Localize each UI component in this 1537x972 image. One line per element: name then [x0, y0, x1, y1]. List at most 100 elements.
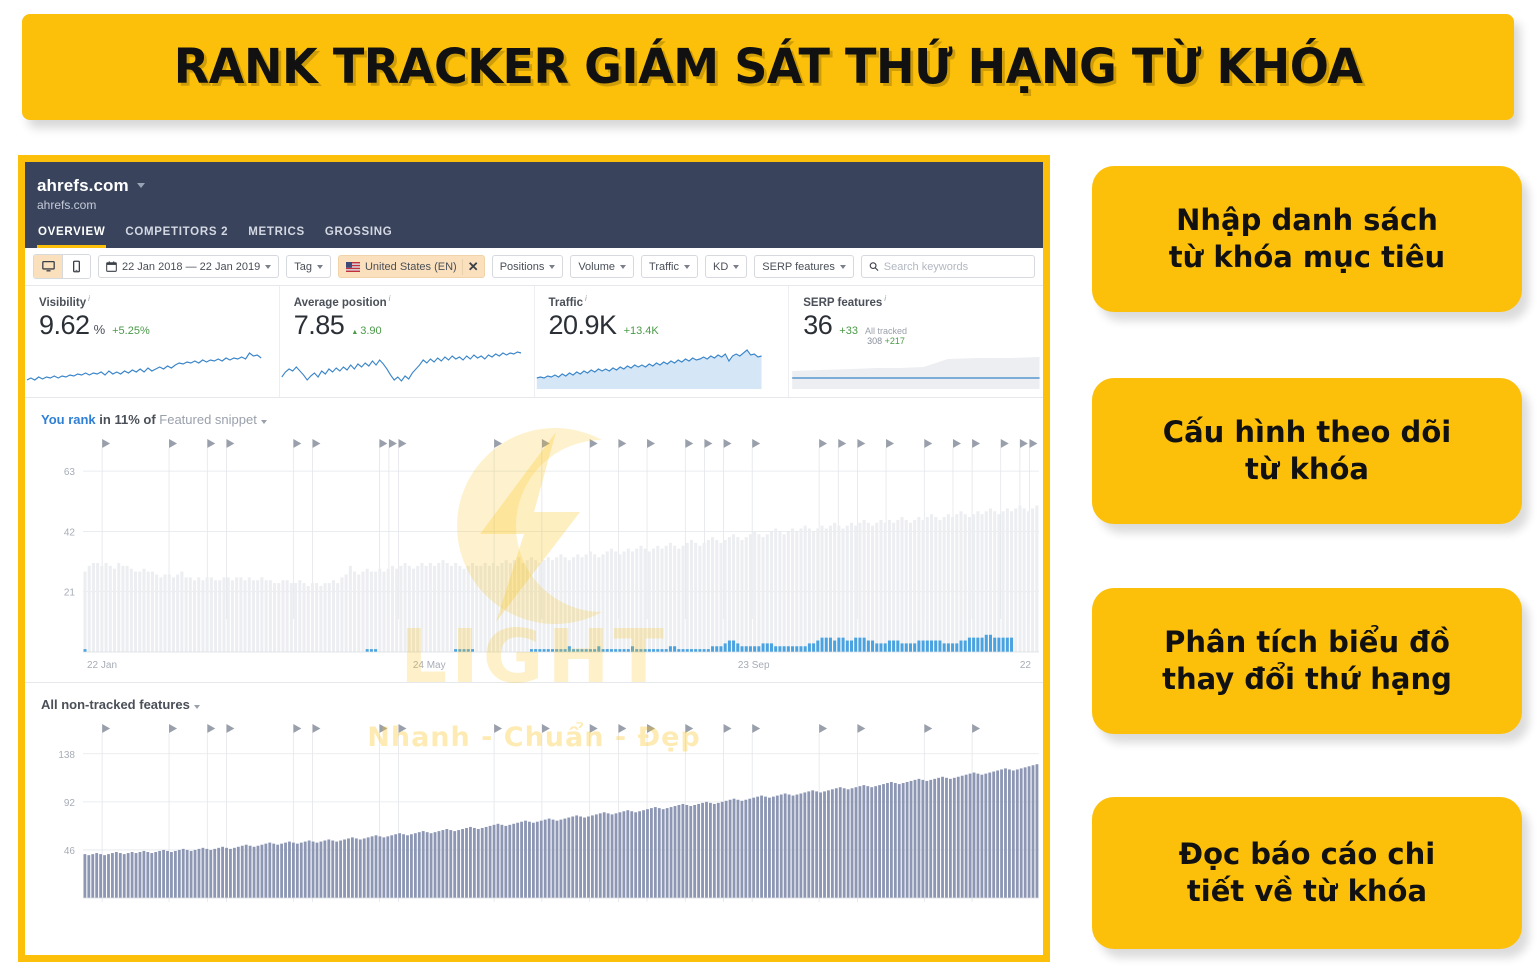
page-root: RANK TRACKER GIÁM SÁT THỨ HẠNG TỪ KHÓA a… [0, 0, 1537, 972]
info-icon[interactable]: i [88, 294, 90, 303]
search-input[interactable] [883, 260, 1027, 273]
callout-line-1: Phân tích biểu đồ [1164, 624, 1450, 659]
us-flag-icon [345, 261, 360, 272]
metric-label: Average position i [294, 294, 534, 309]
svg-text:21: 21 [64, 588, 76, 599]
tab-competitors[interactable]: COMPETITORS 2 [124, 226, 229, 248]
you-rank-link[interactable]: You rank [41, 412, 96, 427]
sparkline-serp-features [789, 347, 1043, 391]
metric-label-text: Average position [293, 296, 387, 309]
chevron-down-icon [265, 264, 272, 269]
metric-all-tracked: All tracked 308 +217 [865, 326, 907, 347]
callout-line-2: thay đổi thứ hạng [1162, 662, 1452, 696]
metric-delta: +33 [839, 324, 858, 337]
callout-line-2: từ khóa [1244, 452, 1369, 486]
chevron-down-icon [549, 264, 556, 269]
country-filter[interactable]: United States (EN) ✕ [337, 255, 485, 278]
callout-text: Đọc báo cáo chi tiết về từ khóa [1179, 836, 1435, 910]
sparkline-visibility [25, 347, 279, 391]
tab-overview[interactable]: OVERVIEW [37, 226, 107, 248]
filter-traffic[interactable]: Traffic [641, 255, 698, 278]
metric-value: 36 [803, 309, 833, 340]
metric-unit: % [93, 321, 106, 337]
svg-text:46: 46 [64, 846, 76, 857]
chevron-down-icon [839, 264, 846, 269]
site-selector[interactable]: ahrefs.com [25, 172, 1043, 196]
svg-text:63: 63 [64, 467, 76, 478]
metric-value: 20.9K [548, 309, 618, 340]
chevron-down-icon[interactable] [193, 705, 200, 709]
calendar-icon [106, 261, 117, 272]
metric-delta: +5.25% [112, 324, 150, 337]
filter-label: Traffic [649, 260, 679, 273]
callout-line-1: Nhập danh sách [1176, 202, 1438, 237]
metric-card-average-position: Average positioni 7.85 3.90 [280, 286, 535, 397]
feature-selector-label[interactable]: Featured snippet [159, 412, 257, 427]
nontracked-title[interactable]: All non-tracked features [41, 697, 190, 712]
search-icon [869, 262, 879, 272]
callout-tail [1056, 217, 1100, 261]
metric-label-text: Visibility [39, 296, 87, 309]
all-tracked-delta: +217 [884, 336, 905, 347]
all-tracked-total: 308 [867, 336, 883, 347]
date-range-picker[interactable]: 22 Jan 2018 — 22 Jan 2019 [98, 255, 280, 278]
tab-metrics[interactable]: METRICS [247, 226, 306, 248]
metric-card-serp-features: SERP features i 36 +33 All tracked 308 +2… [789, 286, 1043, 397]
svg-text:22 Jan: 22 Jan [87, 660, 117, 671]
callout-enter-keywords: Nhập danh sách từ khóa mục tiêu [1056, 166, 1522, 312]
metric-card-visibility: Visibility i 9.62 % +5.25% [25, 286, 280, 397]
metric-value: 7.85 [293, 309, 345, 340]
sparkline-traffic [535, 347, 789, 391]
metric-value: 9.62 [39, 309, 90, 340]
nontracked-chart[interactable]: 46 92 138 [25, 722, 1043, 902]
filter-label: Positions [499, 260, 545, 273]
callout-line-2: tiết về từ khóa [1186, 874, 1428, 908]
tag-filter[interactable]: Tag [286, 255, 331, 278]
info-icon[interactable]: i [585, 294, 587, 303]
callout-text: Cấu hình theo dõi từ khóa [1163, 414, 1451, 488]
metric-label: SERP features i [803, 294, 1043, 309]
sparkline-average-position [280, 347, 534, 391]
app-screenshot-frame: ahrefs.com ahrefs.com OVERVIEW COMPETITO… [18, 155, 1050, 962]
filter-volume[interactable]: Volume [570, 255, 635, 278]
rank-chart[interactable]: 21 42 63 22 Jan 24 May 23 Sep 22 [25, 437, 1043, 682]
info-icon[interactable]: i [884, 294, 886, 303]
filter-kd[interactable]: KD [704, 255, 748, 278]
app-header: ahrefs.com ahrefs.com OVERVIEW COMPETITO… [25, 162, 1043, 248]
site-name: ahrefs.com [37, 176, 129, 195]
callout-analyze-chart: Phân tích biểu đồ thay đổi thứ hạng [1056, 588, 1522, 734]
close-icon[interactable]: ✕ [461, 258, 484, 275]
callout-line-1: Cấu hình theo dõi [1162, 414, 1452, 449]
callout-tail [1056, 851, 1100, 895]
search-keywords-box[interactable] [860, 255, 1035, 278]
filter-serp-features[interactable]: SERP features [754, 255, 854, 278]
mobile-icon[interactable] [62, 255, 90, 278]
metric-label: Visibility i [39, 294, 279, 309]
metric-delta: +13.4K [623, 324, 659, 337]
device-toggle [33, 254, 91, 279]
svg-text:24 May: 24 May [413, 660, 446, 671]
chevron-down-icon [683, 264, 690, 269]
metric-label-text: SERP features [803, 296, 883, 309]
callout-text: Phân tích biểu đồ thay đổi thứ hạng [1162, 624, 1452, 698]
filter-positions[interactable]: Positions [491, 255, 564, 278]
chevron-down-icon [620, 264, 627, 269]
callout-tail [1056, 429, 1100, 473]
svg-text:92: 92 [64, 798, 76, 809]
chevron-down-icon[interactable] [260, 420, 267, 424]
callout-line-1: Đọc báo cáo chi [1178, 836, 1436, 871]
svg-text:138: 138 [58, 750, 75, 761]
info-icon[interactable]: i [389, 294, 391, 303]
metric-label: Traffic i [549, 294, 789, 309]
country-label: United States (EN) [364, 260, 457, 273]
callout-text: Nhập danh sách từ khóa mục tiêu [1169, 202, 1445, 276]
metric-cards: Visibility i 9.62 % +5.25% Average positi… [25, 286, 1043, 398]
tab-grossing[interactable]: GROSSING [324, 226, 394, 248]
svg-text:23 Sep: 23 Sep [738, 660, 770, 671]
app-tabs: OVERVIEW COMPETITORS 2 METRICS GROSSING [25, 216, 393, 248]
nontracked-section-header: All non-tracked features [25, 683, 1043, 722]
callout-tail [1056, 639, 1100, 683]
desktop-icon[interactable] [34, 255, 62, 278]
filter-label: Volume [578, 260, 616, 273]
tag-label: Tag [294, 260, 312, 273]
